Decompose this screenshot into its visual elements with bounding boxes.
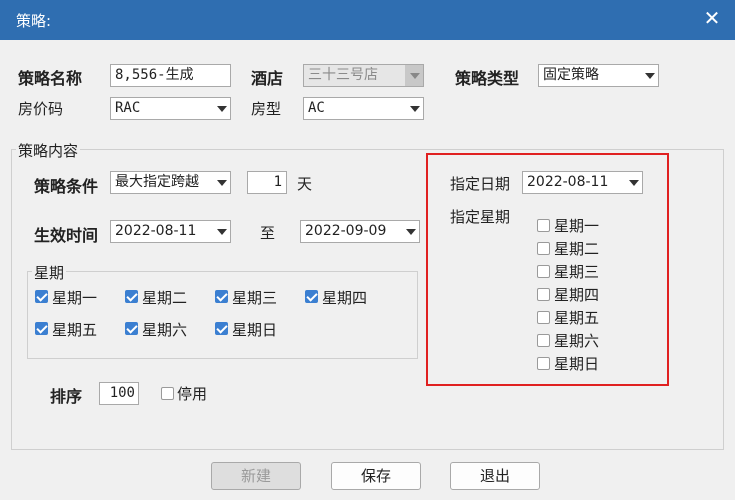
condition-label: 策略条件	[34, 177, 99, 196]
chevron-down-icon[interactable]	[624, 172, 642, 193]
specified-weekday-checkbox[interactable]	[537, 265, 550, 278]
weekday-label: 星期日	[232, 321, 278, 339]
close-icon[interactable]: ✕	[701, 7, 723, 29]
sort-value: 100	[109, 385, 135, 401]
weekday-group	[27, 271, 418, 359]
strategy-type-label: 策略类型	[455, 69, 520, 88]
window-title: 策略:	[16, 12, 52, 30]
specified-weekday-checkbox[interactable]	[537, 288, 550, 301]
weekday-label: 星期二	[142, 289, 188, 307]
strategy-name-label: 策略名称	[18, 69, 83, 88]
weekday-checkbox[interactable]	[305, 290, 318, 303]
specified-weekday-label-item: 星期日	[554, 355, 600, 373]
strategy-name-value: 8,556-生成	[115, 67, 194, 83]
chevron-down-icon[interactable]	[212, 98, 230, 119]
new-button: 新建	[211, 462, 301, 490]
end-date-picker[interactable]: 2022-09-09	[300, 220, 420, 243]
specified-weekday-checkbox[interactable]	[537, 357, 550, 370]
rate-code-value: RAC	[115, 100, 141, 116]
condition-value: 最大指定跨越	[115, 174, 199, 190]
sort-input[interactable]: 100	[99, 382, 139, 405]
strategy-content-legend: 策略内容	[16, 140, 81, 161]
weekday-legend: 星期	[32, 262, 67, 283]
strategy-type-value: 固定策略	[543, 67, 599, 83]
condition-select[interactable]: 最大指定跨越	[110, 171, 231, 194]
days-unit: 天	[297, 175, 313, 193]
room-type-value: AC	[308, 100, 325, 116]
chevron-down-icon[interactable]	[405, 98, 423, 119]
specified-weekday-label-item: 星期六	[554, 332, 600, 350]
weekday-checkbox[interactable]	[215, 322, 228, 335]
weekday-checkbox[interactable]	[35, 322, 48, 335]
weekday-checkbox[interactable]	[125, 322, 138, 335]
days-input[interactable]: 1	[247, 171, 287, 194]
room-type-label: 房型	[251, 100, 282, 118]
effective-time-label: 生效时间	[34, 226, 99, 245]
end-date-value: 2022-09-09	[305, 223, 387, 239]
specified-weekday-label-item: 星期三	[554, 263, 600, 281]
weekday-label: 星期四	[322, 289, 368, 307]
chevron-down-icon[interactable]	[212, 172, 230, 193]
specified-weekday-label-item: 星期一	[554, 217, 600, 235]
specified-date-value: 2022-08-11	[527, 174, 609, 190]
strategy-name-input[interactable]: 8,556-生成	[110, 64, 231, 87]
days-value: 1	[273, 174, 282, 190]
specified-weekday-label-item: 星期二	[554, 240, 600, 258]
specified-weekday-label-item: 星期五	[554, 309, 600, 327]
specified-weekday-checkbox[interactable]	[537, 242, 550, 255]
chevron-down-icon[interactable]	[401, 221, 419, 242]
specified-weekday-checkbox[interactable]	[537, 311, 550, 324]
disable-checkbox[interactable]	[161, 387, 174, 400]
sort-label: 排序	[50, 387, 83, 406]
weekday-label: 星期五	[52, 321, 98, 339]
hotel-value: 三十三号店	[308, 67, 378, 83]
specified-weekday-label: 指定星期	[450, 208, 511, 226]
weekday-label: 星期一	[52, 289, 98, 307]
to-label: 至	[260, 224, 276, 242]
hotel-select: 三十三号店	[303, 64, 424, 87]
weekday-checkbox[interactable]	[35, 290, 48, 303]
exit-button[interactable]: 退出	[450, 462, 540, 490]
specified-weekday-checkbox[interactable]	[537, 219, 550, 232]
chevron-down-icon	[405, 65, 423, 86]
weekday-label: 星期六	[142, 321, 188, 339]
hotel-label: 酒店	[251, 69, 284, 88]
weekday-checkbox[interactable]	[125, 290, 138, 303]
start-date-value: 2022-08-11	[115, 223, 197, 239]
specified-weekday-label-item: 星期四	[554, 286, 600, 304]
disable-label: 停用	[177, 385, 208, 403]
strategy-type-select[interactable]: 固定策略	[538, 64, 659, 87]
rate-code-label: 房价码	[18, 100, 64, 118]
specified-date-label: 指定日期	[450, 175, 511, 193]
save-button[interactable]: 保存	[331, 462, 421, 490]
specified-weekday-checkbox[interactable]	[537, 334, 550, 347]
specified-date-picker[interactable]: 2022-08-11	[522, 171, 643, 194]
start-date-picker[interactable]: 2022-08-11	[110, 220, 231, 243]
room-type-select[interactable]: AC	[303, 97, 424, 120]
title-bar: 策略: ✕	[0, 0, 735, 40]
weekday-label: 星期三	[232, 289, 278, 307]
weekday-checkbox[interactable]	[215, 290, 228, 303]
rate-code-select[interactable]: RAC	[110, 97, 231, 120]
chevron-down-icon[interactable]	[640, 65, 658, 86]
chevron-down-icon[interactable]	[212, 221, 230, 242]
